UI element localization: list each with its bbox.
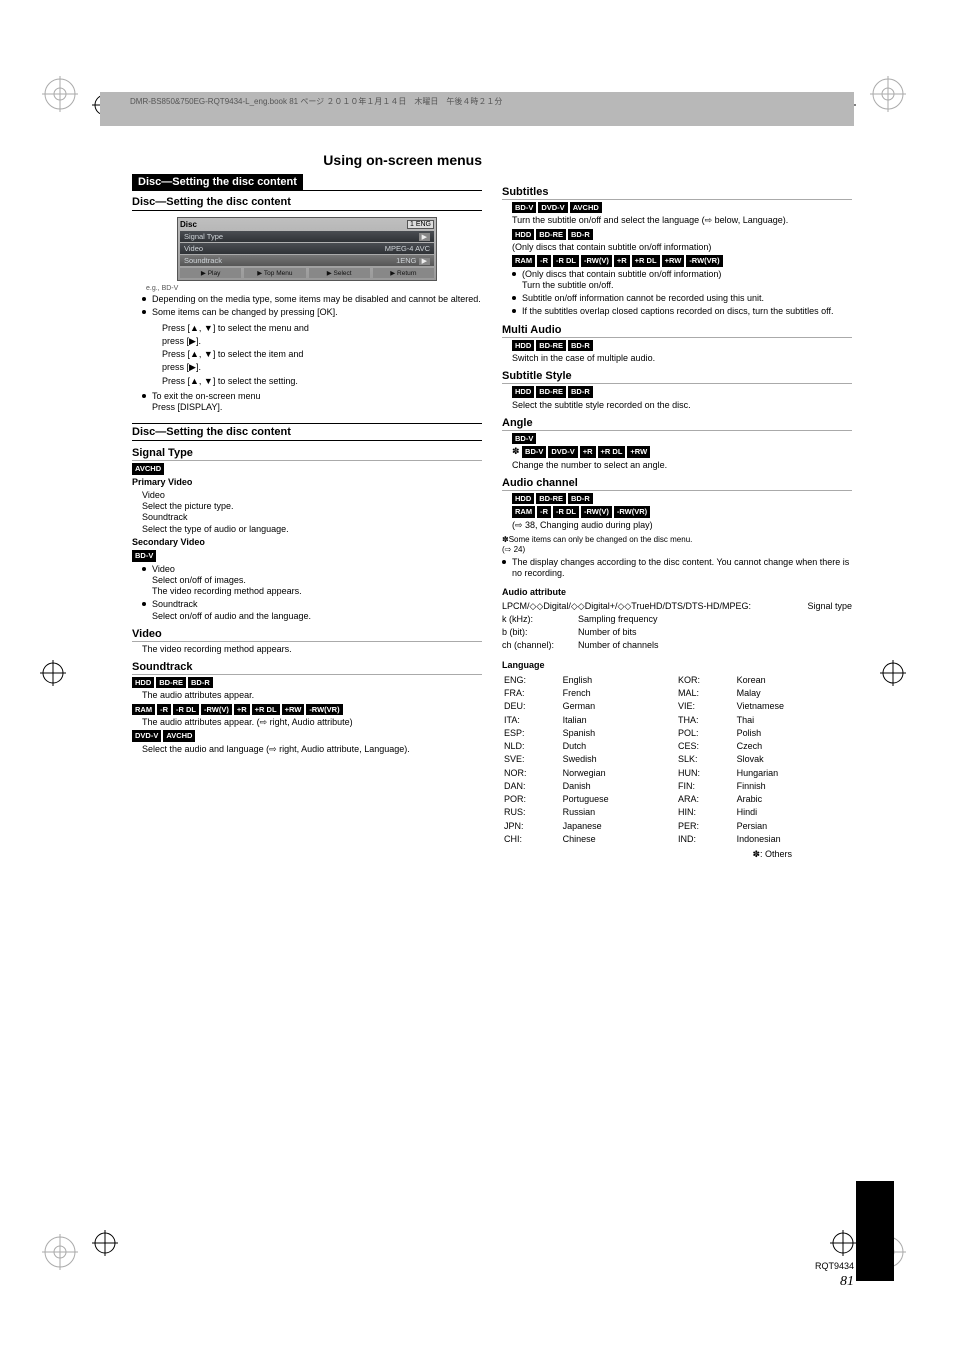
up-down-icon: ▲, ▼ <box>190 349 213 359</box>
crosshair-mr <box>880 660 906 686</box>
section-title-right: Using on-screen menus <box>132 152 482 168</box>
soundtrack-line-2: The audio attributes appear. (⇨ right, A… <box>132 717 482 728</box>
crosshair-ml <box>40 660 66 686</box>
sub-bullet-2: Subtitle on/off information cannot be re… <box>522 293 852 304</box>
right-column: Subtitles BD-VDVD-VAVCHD Turn the subtit… <box>502 152 852 860</box>
video-body: The video recording method appears. <box>132 644 482 655</box>
crosshair-bl <box>92 1230 118 1256</box>
up-down-icon: ▲, ▼ <box>190 376 213 386</box>
audio-attr-list: LPCM/◇◇Digital/◇◇Digital+/◇◇TrueHD/DTS/D… <box>502 601 801 612</box>
page-content: Using on-screen menus Disc—Setting the d… <box>132 152 852 860</box>
lang-others: ✽: Others <box>502 849 852 860</box>
disc-content-subhead: Disc—Setting the disc content <box>132 423 482 441</box>
mock-note: e.g., BD-V <box>146 285 482 292</box>
multi-audio-title: Multi Audio <box>502 324 852 338</box>
note-media-disabled: Depending on the media type, some items … <box>152 294 482 305</box>
subtitle-style-title: Subtitle Style <box>502 370 852 384</box>
mock-row-signal: Signal Type▶ <box>180 231 434 242</box>
badge-avchd: AVCHD <box>132 463 164 474</box>
soundtrack-title: Soundtrack <box>132 661 482 675</box>
mock-title: Disc <box>180 220 197 229</box>
crosshair-br <box>830 1230 856 1256</box>
note-ok-change: Some items can be changed by pressing [O… <box>152 307 482 318</box>
subtitles-text-2: (Only discs that contain subtitle on/off… <box>502 242 852 253</box>
badge-bdv: BD-V <box>132 550 156 561</box>
display-changes-note: The display changes according to the dis… <box>512 557 852 580</box>
signal-type-title: Signal Type <box>132 447 482 461</box>
primary-video-title: Primary Video <box>132 477 192 487</box>
subtitles-text-1: Turn the subtitle on/off and select the … <box>502 215 852 226</box>
reg-mark-bl <box>42 1234 78 1270</box>
subtitles-title: Subtitles <box>502 186 852 200</box>
disc-subtitle: Disc—Setting the disc content <box>132 194 482 211</box>
disc-black-title: Disc—Setting the disc content <box>132 174 303 190</box>
left-column: Using on-screen menus Disc—Setting the d… <box>132 152 482 860</box>
side-black-tab <box>856 1181 894 1281</box>
angle-title: Angle <box>502 417 852 431</box>
secondary-video-title: Secondary Video <box>132 537 205 547</box>
primary-video-body: Video Select the picture type. Soundtrac… <box>132 490 482 535</box>
mock-footer: ▶ Play ▶ Top Menu ▶ Select ▶ Return <box>180 268 434 278</box>
audio-attribute-title: Audio attribute <box>502 587 566 597</box>
up-down-icon: ▲, ▼ <box>190 323 213 333</box>
angle-body: Change the number to select an angle. <box>502 460 852 471</box>
signal-type-text: Signal type <box>807 601 852 612</box>
subtitle-style-body: Select the subtitle style recorded on th… <box>502 400 852 411</box>
sub-bullet-3: If the subtitles overlap closed captions… <box>522 306 852 317</box>
right-icon: ▶ <box>189 362 196 372</box>
mock-row-soundtrack: Soundtrack 1ENG ▶ <box>180 255 434 266</box>
mock-row-video: VideoMPEG-4 AVC <box>180 243 434 254</box>
audio-channel-title: Audio channel <box>502 477 852 491</box>
multi-audio-body: Switch in the case of multiple audio. <box>502 353 852 364</box>
print-run-header: DMR-BS850&750EG-RQT9434-L_eng.book 81 ペー… <box>100 92 854 126</box>
reg-mark-tr <box>870 76 906 112</box>
nav-instructions: Press [▲, ▼] to select the menu and pres… <box>132 323 482 387</box>
sub-bullet-1: (Only discs that contain subtitle on/off… <box>522 269 852 292</box>
exit-note: To exit the on-screen menu Press [DISPLA… <box>152 391 482 414</box>
soundtrack-line-1: The audio attributes appear. <box>132 690 482 701</box>
soundtrack-line-3: Select the audio and language (⇨ right, … <box>132 744 482 755</box>
language-table: ENG:EnglishKOR:KoreanFRA:FrenchMAL:Malay… <box>502 673 852 847</box>
page-footer: RQT9434 81 <box>815 1261 854 1291</box>
video-title: Video <box>132 628 482 642</box>
secondary-video-body: VideoSelect on/off of images.The video r… <box>132 564 482 622</box>
disc-menu-note: ✽Some items can only be changed on the d… <box>502 535 852 555</box>
audio-channel-body: (⇨ 38, Changing audio during play) <box>502 520 852 531</box>
reg-mark-tl <box>42 76 78 112</box>
language-title: Language <box>502 660 545 670</box>
right-icon: ▶ <box>189 336 196 346</box>
disc-header-bar: Disc—Setting the disc content <box>132 174 482 191</box>
osd-menu-example: Disc 1 ENG Signal Type▶ VideoMPEG-4 AVC S… <box>177 217 437 281</box>
mock-lock: 1 ENG <box>407 220 434 229</box>
